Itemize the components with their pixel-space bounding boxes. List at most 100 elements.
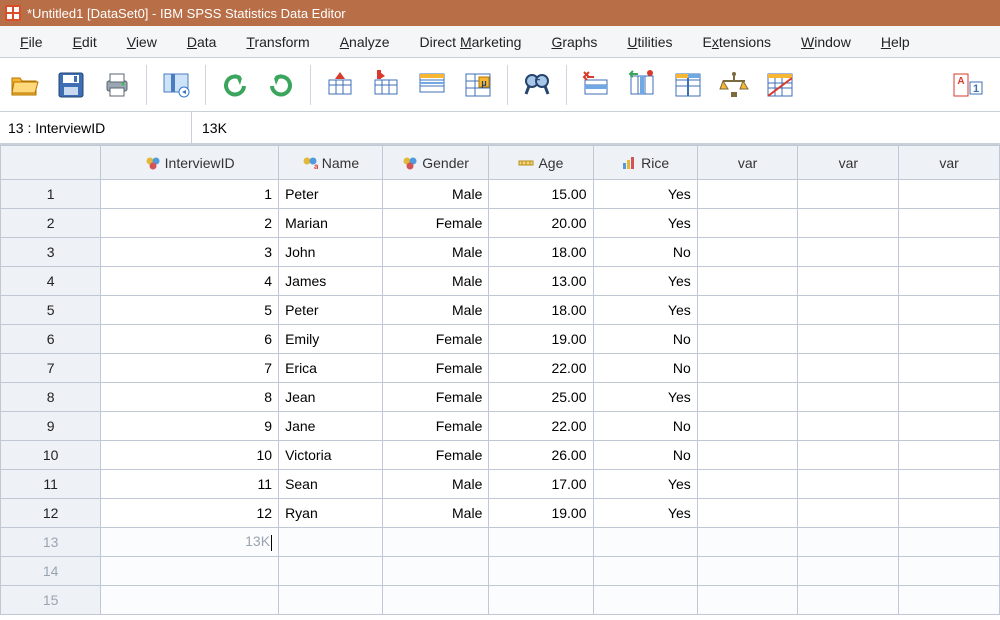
cell-empty[interactable] [899,325,1000,354]
cell-age[interactable]: 18.00 [489,238,593,267]
column-header-age[interactable]: Age [489,146,593,180]
cell-empty[interactable] [382,557,489,586]
menu-file[interactable]: File [6,28,57,56]
cell-empty[interactable] [697,209,798,238]
row-header[interactable]: 7 [1,354,101,383]
cell-gender[interactable]: Male [382,470,489,499]
cell-name[interactable]: Ryan [279,499,383,528]
column-header-empty[interactable]: var [798,146,899,180]
cell-empty[interactable] [593,586,697,615]
row-header[interactable]: 5 [1,296,101,325]
recall-dialog-button[interactable] [157,63,195,107]
cell-empty[interactable] [697,586,798,615]
cell-empty[interactable] [899,267,1000,296]
row-header[interactable]: 9 [1,412,101,441]
row-header[interactable]: 1 [1,180,101,209]
cell-age[interactable]: 19.00 [489,325,593,354]
cell-name[interactable]: Emily [279,325,383,354]
cell-interviewid[interactable]: 4 [101,267,279,296]
cell-name[interactable]: Erica [279,354,383,383]
cell-gender[interactable]: Male [382,267,489,296]
cell-empty[interactable] [798,354,899,383]
cell-empty[interactable] [697,441,798,470]
cell-name[interactable]: John [279,238,383,267]
find-button[interactable] [518,63,556,107]
row-header[interactable]: 4 [1,267,101,296]
print-button[interactable] [98,63,136,107]
cell-gender[interactable]: Female [382,441,489,470]
cell-empty[interactable] [899,412,1000,441]
cell-empty[interactable] [489,586,593,615]
cell-empty[interactable] [382,586,489,615]
cell-interviewid[interactable]: 6 [101,325,279,354]
row-header[interactable]: 11 [1,470,101,499]
column-header-gender[interactable]: Gender [382,146,489,180]
column-header-rice[interactable]: Rice [593,146,697,180]
cell-empty[interactable] [101,586,279,615]
data-grid[interactable]: InterviewID a Name Gender Age Rice var v… [0,144,1000,615]
cell-empty[interactable] [697,325,798,354]
row-header[interactable]: 3 [1,238,101,267]
cell-interviewid-editing[interactable]: 13K [101,528,279,557]
cell-empty[interactable] [798,238,899,267]
cell-empty[interactable] [101,557,279,586]
row-header[interactable]: 6 [1,325,101,354]
cell-empty[interactable] [899,557,1000,586]
cell-empty[interactable] [593,528,697,557]
cell-interviewid[interactable]: 10 [101,441,279,470]
cell-interviewid[interactable]: 5 [101,296,279,325]
cell-interviewid[interactable]: 2 [101,209,279,238]
cell-empty[interactable] [798,499,899,528]
cell-rice[interactable]: No [593,354,697,383]
cell-empty[interactable] [899,470,1000,499]
insert-case-button[interactable] [577,63,615,107]
cell-age[interactable]: 25.00 [489,383,593,412]
column-header-empty[interactable]: var [697,146,798,180]
cell-empty[interactable] [593,557,697,586]
cell-name[interactable]: Peter [279,180,383,209]
weight-cases-button[interactable] [715,63,753,107]
column-header-empty[interactable]: var [899,146,1000,180]
variables-button[interactable] [413,63,451,107]
cell-interviewid[interactable]: 12 [101,499,279,528]
grid-corner[interactable] [1,146,101,180]
menu-analyze[interactable]: Analyze [326,28,404,56]
cell-empty[interactable] [798,267,899,296]
cell-empty[interactable] [489,528,593,557]
cell-rice[interactable]: Yes [593,383,697,412]
cell-name[interactable]: Peter [279,296,383,325]
cell-empty[interactable] [489,557,593,586]
cell-rice[interactable]: Yes [593,499,697,528]
cell-interviewid[interactable]: 9 [101,412,279,441]
cell-name[interactable]: Jane [279,412,383,441]
cell-rice[interactable]: No [593,238,697,267]
cell-name[interactable]: Sean [279,470,383,499]
cell-empty[interactable] [899,383,1000,412]
cell-gender[interactable]: Male [382,499,489,528]
cell-age[interactable]: 17.00 [489,470,593,499]
cell-age[interactable]: 26.00 [489,441,593,470]
cell-empty[interactable] [798,586,899,615]
cell-empty[interactable] [899,296,1000,325]
cell-empty[interactable] [697,354,798,383]
cell-empty[interactable] [798,470,899,499]
menu-help[interactable]: Help [867,28,924,56]
cell-reference-value[interactable]: 13K [192,112,1000,143]
menu-graphs[interactable]: Graphs [537,28,611,56]
cell-empty[interactable] [697,180,798,209]
split-file-button[interactable] [669,63,707,107]
value-labels-button[interactable]: A1 [948,63,986,107]
cell-empty[interactable] [697,267,798,296]
cell-age[interactable]: 15.00 [489,180,593,209]
cell-gender[interactable]: Female [382,412,489,441]
row-header[interactable]: 2 [1,209,101,238]
cell-empty[interactable] [899,528,1000,557]
cell-empty[interactable] [697,557,798,586]
cell-name[interactable]: James [279,267,383,296]
open-button[interactable] [6,63,44,107]
goto-variable-button[interactable] [367,63,405,107]
cell-empty[interactable] [899,209,1000,238]
cell-gender[interactable]: Female [382,383,489,412]
cell-gender[interactable]: Female [382,354,489,383]
cell-empty[interactable] [798,180,899,209]
